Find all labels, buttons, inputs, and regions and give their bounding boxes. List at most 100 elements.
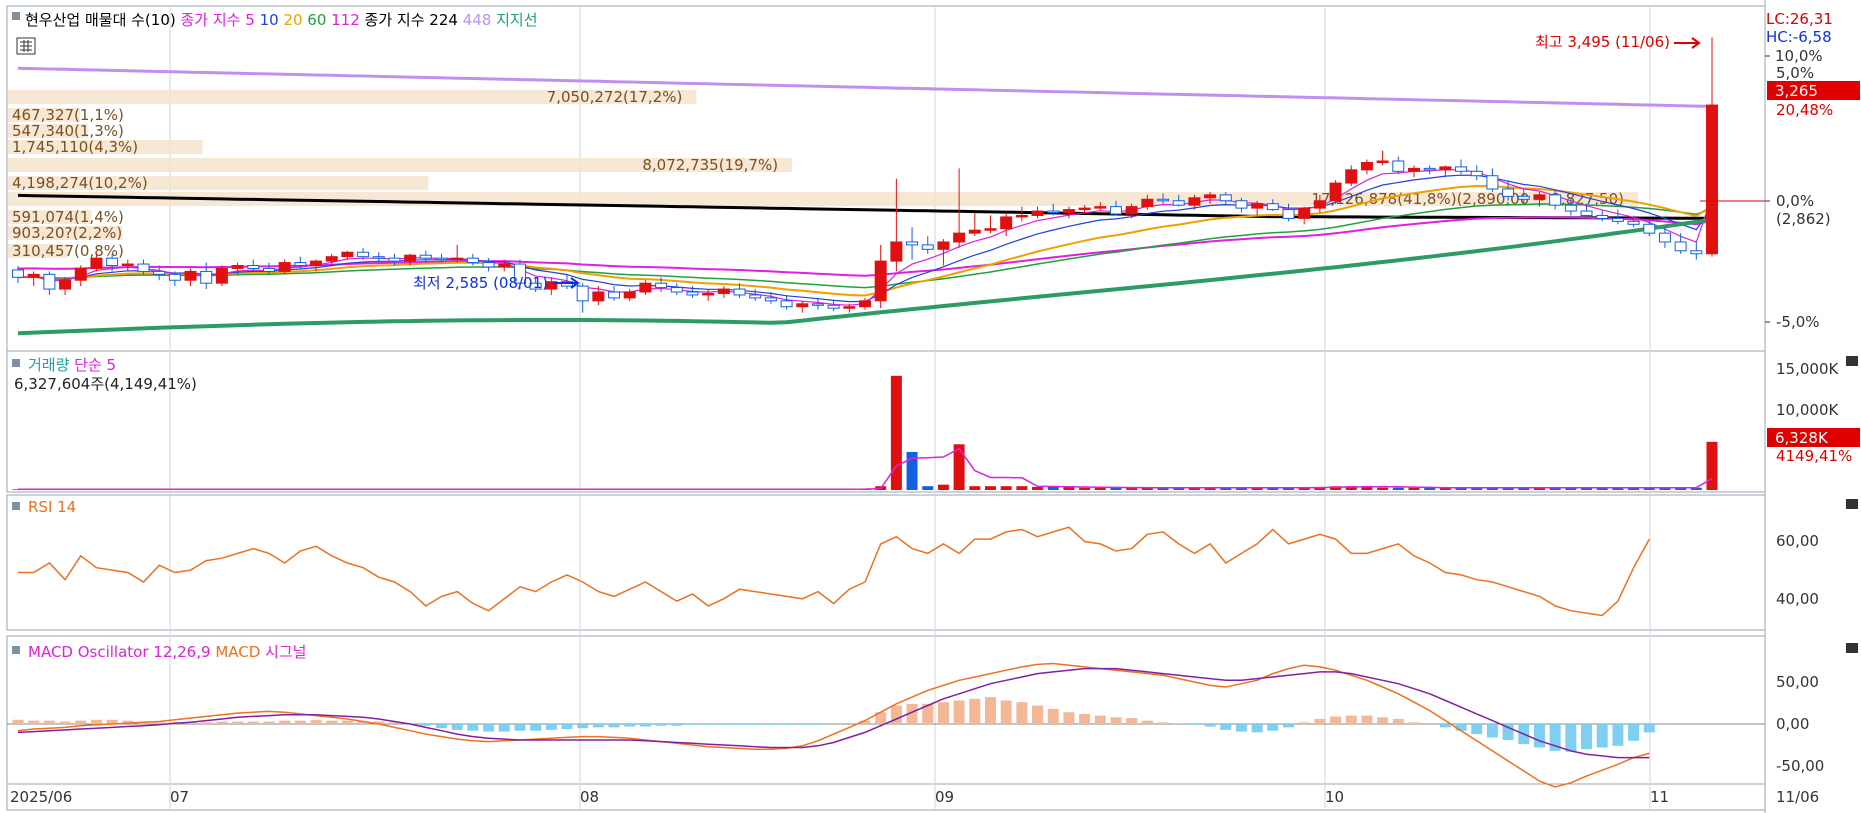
macd-osc-bar	[765, 724, 777, 725]
rsi-axis: 60,00 40,00	[1776, 532, 1819, 608]
candle	[1596, 214, 1609, 219]
candle	[310, 260, 323, 267]
candle	[686, 291, 699, 296]
macd-osc-bar	[1188, 724, 1200, 725]
macd-osc-bar	[1141, 720, 1153, 724]
legend-item: 종가 지수 224	[360, 11, 458, 29]
candle	[1580, 210, 1593, 216]
macd-osc-bar	[1533, 724, 1545, 748]
macd-osc-bar	[953, 700, 965, 724]
candle	[1627, 220, 1640, 225]
volume-axis: 15,000K 10,000K 6,328K 4149,41%	[1767, 360, 1860, 465]
candle	[482, 262, 495, 268]
current-price: 3,265	[1775, 82, 1818, 100]
legend-item: 112	[326, 11, 359, 29]
volume-bar	[922, 486, 934, 490]
volume-bar	[984, 486, 996, 490]
candle	[953, 232, 966, 243]
macd-osc-bar	[545, 724, 557, 730]
candle	[451, 257, 464, 261]
macd-osc-bar	[420, 724, 432, 726]
candle	[200, 270, 213, 284]
candle	[372, 256, 385, 259]
macd-osc-bar	[749, 724, 761, 725]
volume-pct: 4149,41%	[1776, 447, 1852, 465]
macd-osc-bar	[1016, 702, 1028, 724]
macd-osc-bar	[608, 724, 620, 728]
macd-osc-bar	[1000, 700, 1012, 724]
macd-osc-bar	[75, 720, 87, 724]
macd-osc-bar	[1377, 717, 1389, 724]
macd-tick: -50,00	[1776, 757, 1824, 775]
macd-osc-bar	[1079, 713, 1091, 724]
candle	[278, 262, 291, 272]
macd-osc-bar	[200, 722, 212, 724]
legend-item: 10	[255, 11, 279, 29]
candle	[12, 269, 24, 278]
macd-osc-bar	[1361, 715, 1373, 724]
macd-osc-bar	[436, 724, 447, 729]
macd-osc-bar	[483, 724, 495, 732]
candle	[121, 263, 134, 267]
macd-osc-bar	[341, 720, 353, 724]
legend-item: MACD	[211, 643, 261, 661]
legend-item: 지지선	[491, 11, 537, 29]
macd-osc-bar	[592, 724, 604, 728]
candle	[1470, 170, 1483, 177]
macd-osc-bar	[1220, 724, 1232, 730]
macd-osc-bar	[1392, 718, 1404, 724]
macd-osc-bar	[310, 719, 322, 724]
candle	[1360, 161, 1373, 171]
candle	[764, 297, 777, 302]
volume-bar	[1392, 487, 1404, 490]
volume-profile-label: 4,198,274(10,2%)	[12, 174, 148, 192]
macd-osc-bar	[498, 724, 510, 732]
candle	[1658, 232, 1671, 243]
candle	[1282, 209, 1295, 219]
collapse-icon[interactable]	[1846, 499, 1858, 509]
macd-osc-bar	[796, 724, 808, 725]
macd-osc-bar	[216, 721, 228, 724]
candle	[388, 257, 401, 262]
candle	[623, 291, 636, 299]
candle	[168, 273, 181, 281]
candle	[655, 282, 668, 289]
candle	[137, 263, 150, 272]
macd-osc-bar	[12, 719, 24, 724]
macd-osc-bar	[561, 724, 573, 730]
macd-osc-bar	[1047, 708, 1059, 724]
price-axis: LC:26,31 HC:-6,58 10,0% 3,265 5,0% 20,48…	[1765, 10, 1860, 331]
high-annotation: 최고 3,495 (11/06)	[1535, 33, 1670, 51]
candle	[74, 267, 87, 281]
candle	[906, 241, 919, 246]
x-label: 2025/06	[10, 788, 72, 806]
candle	[1157, 198, 1170, 202]
candle	[1564, 204, 1577, 212]
candle	[1549, 194, 1562, 206]
macd-osc-bar	[1643, 724, 1655, 733]
macd-osc-bar	[514, 724, 526, 731]
candle	[1266, 203, 1279, 211]
x-axis-panel	[6, 783, 1766, 811]
x-label: 11/06	[1776, 788, 1819, 806]
x-label: 10	[1325, 788, 1344, 806]
candle	[1517, 195, 1530, 200]
indicator-settings-icon[interactable]	[16, 37, 36, 55]
candle	[1690, 250, 1703, 255]
candle	[1219, 194, 1232, 202]
macd-osc-bar	[43, 720, 55, 724]
candle	[1172, 200, 1185, 206]
macd-osc-bar	[451, 724, 463, 730]
stock-chart: 7,050,272(17,2%)467,327(1,1%)547,340(1,3…	[6, 0, 1860, 813]
macd-osc-bar	[467, 724, 479, 731]
x-label: 11	[1650, 788, 1669, 806]
macd-osc-bar	[577, 724, 589, 729]
candle	[921, 244, 934, 250]
collapse-icon[interactable]	[1846, 356, 1858, 366]
macd-osc-bar	[984, 697, 996, 724]
candle	[1439, 166, 1452, 171]
macd-axis: 50,00 0,00 -50,00	[1776, 673, 1824, 775]
candle	[937, 241, 950, 250]
collapse-icon[interactable]	[1846, 643, 1858, 653]
macd-osc-bar	[232, 721, 244, 724]
